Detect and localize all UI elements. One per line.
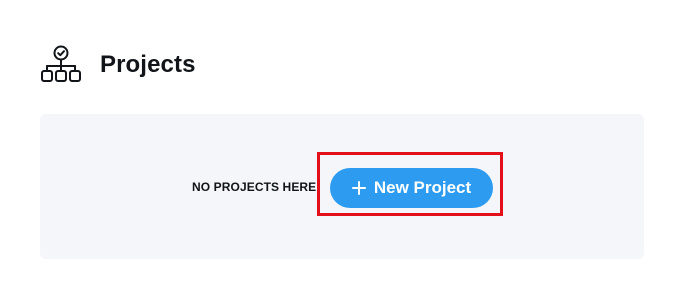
empty-state-message: NO PROJECTS HERE: [192, 180, 317, 194]
project-hierarchy-icon: [41, 45, 81, 82]
new-project-button[interactable]: New Project: [330, 168, 493, 208]
page-header: Projects: [40, 44, 196, 86]
page-title: Projects: [100, 51, 196, 78]
plus-icon: [351, 181, 366, 195]
empty-projects-panel: NO PROJECTS HERE New Project: [40, 114, 644, 259]
new-project-label: New Project: [373, 178, 472, 197]
